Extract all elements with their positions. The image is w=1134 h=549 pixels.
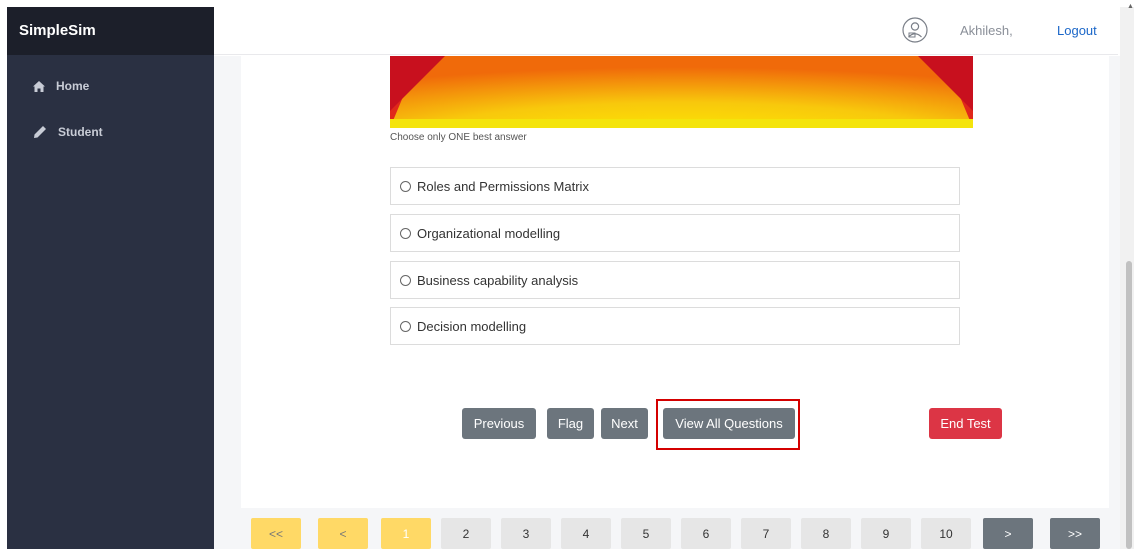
logout-link[interactable]: Logout (1057, 23, 1097, 38)
sidebar: SimpleSim Home Student (7, 7, 214, 549)
pagination-last-button[interactable]: >> (1050, 518, 1100, 549)
pencil-icon (34, 126, 46, 138)
username: Akhilesh, (960, 23, 1013, 38)
previous-button[interactable]: Previous (462, 408, 536, 439)
sidebar-item-label: Student (58, 125, 103, 139)
pagination-next-button[interactable]: > (983, 518, 1033, 549)
answer-option-label: Organizational modelling (417, 225, 561, 241)
top-bar: Akhilesh, Logout (214, 7, 1118, 55)
pagination-page[interactable]: 6 (681, 518, 731, 549)
pagination-page[interactable]: 3 (501, 518, 551, 549)
radio-button[interactable] (400, 274, 411, 286)
pagination-page[interactable]: 1 (381, 518, 431, 549)
pagination-page[interactable]: 5 (621, 518, 671, 549)
pagination-page[interactable]: 9 (861, 518, 911, 549)
question-image (390, 56, 973, 128)
pagination-page[interactable]: 2 (441, 518, 491, 549)
answer-option[interactable]: Organizational modelling (390, 214, 960, 252)
pagination-page[interactable]: 8 (801, 518, 851, 549)
answer-option-label: Decision modelling (417, 318, 527, 334)
next-button[interactable]: Next (601, 408, 648, 439)
question-image-graphic (390, 56, 973, 128)
sidebar-item-student[interactable]: Student (7, 120, 214, 144)
scrollbar-thumb[interactable] (1126, 261, 1132, 549)
flag-button[interactable]: Flag (547, 408, 594, 439)
brand-title[interactable]: SimpleSim (7, 7, 214, 55)
sidebar-item-home[interactable]: Home (7, 74, 214, 98)
home-icon (33, 80, 45, 92)
answer-option[interactable]: Business capability analysis (390, 261, 960, 299)
sidebar-item-label: Home (56, 79, 90, 93)
pagination-page[interactable]: 4 (561, 518, 611, 549)
pagination-prev-button[interactable]: < (318, 518, 368, 549)
pagination-page[interactable]: 10 (921, 518, 971, 549)
answer-option[interactable]: Roles and Permissions Matrix (390, 167, 960, 205)
answer-instruction: Choose only ONE best answer (390, 132, 527, 143)
pagination-first-button[interactable]: << (251, 518, 301, 549)
answer-option-label: Business capability analysis (417, 272, 579, 288)
pagination-page[interactable]: 7 (741, 518, 791, 549)
end-test-button[interactable]: End Test (929, 408, 1002, 439)
highlight-box (656, 399, 800, 450)
radio-button[interactable] (400, 180, 411, 192)
scroll-up-arrow-icon[interactable]: ▲ (1127, 3, 1134, 10)
user-avatar-icon[interactable] (902, 17, 928, 43)
radio-button[interactable] (400, 320, 411, 332)
answer-option[interactable]: Decision modelling (390, 307, 960, 345)
radio-button[interactable] (400, 227, 411, 239)
answer-option-label: Roles and Permissions Matrix (417, 178, 589, 194)
